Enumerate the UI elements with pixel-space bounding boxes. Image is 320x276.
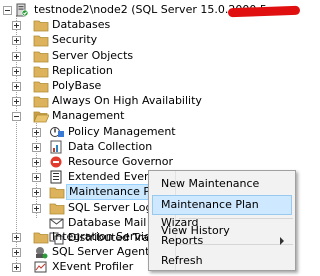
sql-agent-icon (36, 247, 48, 259)
menu-item-maintenance-plan-wizard[interactable]: Maintenance Plan Wizard (152, 195, 292, 229)
tree-item-label[interactable]: XEvent Profiler (50, 259, 135, 275)
menu-item-new-maintenance-plan[interactable]: New Maintenance Plan... (152, 174, 292, 210)
database-mail-icon (49, 218, 64, 229)
expand-icon[interactable] (32, 173, 41, 183)
redaction-mark (227, 5, 301, 18)
menu-item-refresh[interactable]: Refresh (152, 251, 292, 271)
tree-item-label[interactable]: Always On High Availability (50, 93, 204, 109)
tree-item-label[interactable]: Server Objects (50, 48, 135, 64)
expand-icon[interactable] (12, 263, 21, 273)
tree-item-label[interactable]: Management (50, 108, 126, 124)
expand-icon[interactable] (12, 82, 21, 91)
tree-item-label[interactable]: Replication (50, 63, 115, 79)
menu-item-label: Reports (161, 234, 204, 248)
folder-icon (33, 232, 49, 244)
expand-icon[interactable] (12, 66, 21, 76)
folder-icon (33, 96, 49, 108)
tree-item-label[interactable]: Resource Governor (66, 154, 175, 170)
expand-icon[interactable] (32, 142, 41, 152)
submenu-arrow-icon (280, 237, 284, 246)
menu-separator (179, 218, 293, 220)
menu-item-label: Refresh (161, 254, 203, 268)
collapse-icon[interactable] (3, 6, 12, 15)
folder-icon (49, 187, 65, 199)
menu-item-reports[interactable]: Reports (152, 231, 292, 251)
folder-icon (33, 20, 49, 32)
folder-icon (49, 203, 65, 214)
collapse-icon[interactable] (12, 112, 21, 122)
tree-item-label[interactable]: Databases (50, 17, 112, 33)
policy-icon (50, 126, 64, 137)
expand-icon[interactable] (12, 36, 21, 46)
expand-icon[interactable] (32, 127, 41, 137)
tree-item-label[interactable]: Security (50, 32, 99, 48)
folder-icon (33, 51, 49, 62)
tree-item-label[interactable]: Policy Management (66, 124, 178, 140)
resource-governor-icon (50, 156, 62, 168)
tree-item-label[interactable]: Data Collection (66, 139, 154, 155)
expand-icon[interactable] (32, 203, 41, 213)
folder-icon (33, 66, 49, 78)
expand-icon[interactable] (12, 51, 21, 61)
tree-item-label[interactable]: PolyBase (50, 78, 103, 94)
extended-events-icon (50, 170, 62, 184)
expand-icon[interactable] (32, 158, 41, 167)
expand-icon[interactable] (12, 21, 21, 31)
expand-icon[interactable] (32, 188, 41, 198)
folder-icon (33, 35, 49, 47)
tree-item-label[interactable]: SQL Server Logs (66, 200, 160, 216)
folder-open-icon (33, 111, 49, 123)
expand-icon[interactable] (12, 97, 21, 107)
expand-icon[interactable] (12, 248, 21, 258)
server-icon (16, 3, 29, 17)
data-collection-icon (50, 140, 62, 154)
xevent-profiler-icon (34, 261, 47, 273)
tree-item-label[interactable]: SQL Server Agent (50, 244, 151, 260)
folder-icon (33, 81, 49, 93)
expand-icon[interactable] (12, 233, 21, 242)
